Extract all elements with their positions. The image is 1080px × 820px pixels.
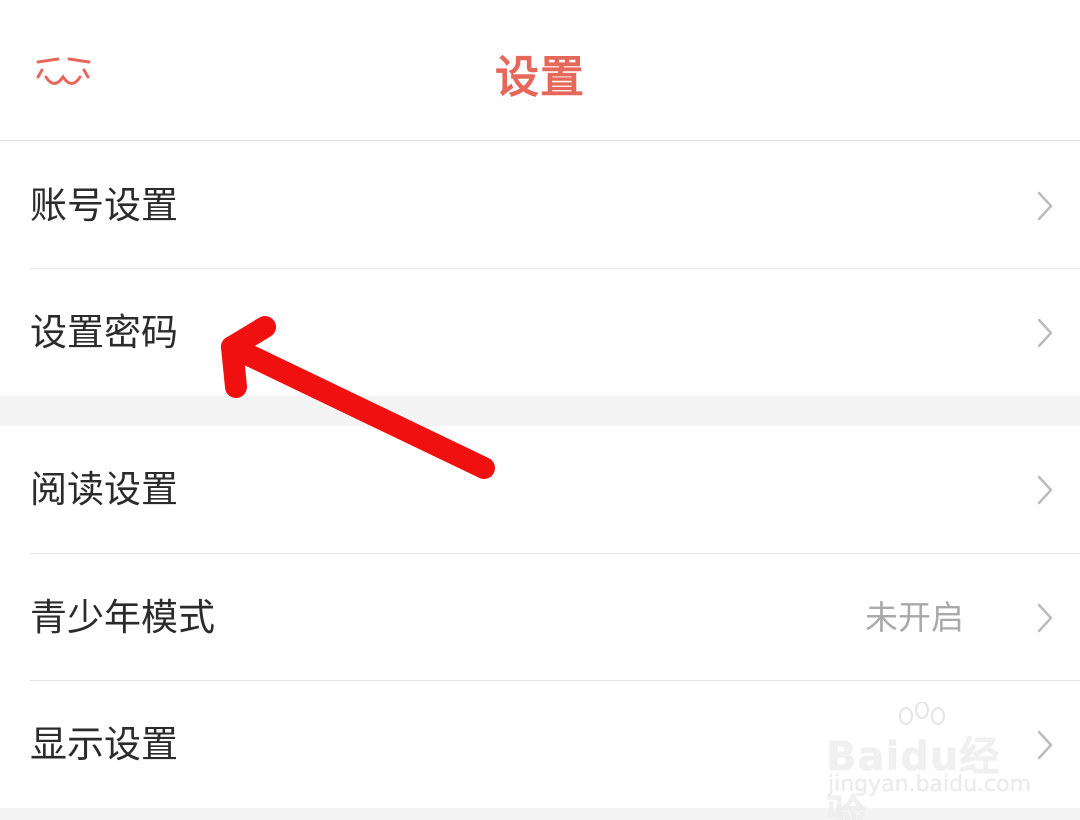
- settings-item-reading[interactable]: 阅读设置: [0, 426, 1080, 553]
- settings-item-display[interactable]: 显示设置: [0, 681, 1080, 808]
- chevron-right-icon: [1037, 730, 1053, 760]
- page-title: 设置: [495, 52, 585, 103]
- settings-item-label: 设置密码: [30, 311, 178, 354]
- section-gap: [0, 396, 1080, 426]
- cat-face-back-icon: [36, 57, 91, 85]
- section-gap: [0, 808, 1080, 820]
- settings-item-label: 显示设置: [30, 723, 178, 766]
- chevron-right-icon: [1037, 191, 1053, 221]
- settings-item-teen-mode[interactable]: 青少年模式 未开启: [0, 554, 1080, 681]
- settings-item-label: 青少年模式: [30, 596, 215, 639]
- chevron-right-icon: [1037, 318, 1053, 348]
- settings-item-label: 账号设置: [30, 184, 178, 227]
- settings-item-label: 阅读设置: [30, 468, 178, 511]
- header-bar: 设置: [0, 0, 1080, 141]
- chevron-right-icon: [1037, 475, 1053, 505]
- settings-item-set-password[interactable]: 设置密码: [0, 269, 1080, 396]
- teen-mode-status: 未开启: [865, 598, 964, 637]
- settings-page: 设置 账号设置 设置密码 阅读设置 青少年模式 未开启 显示设置 Baidu经验…: [0, 0, 1080, 820]
- settings-item-account[interactable]: 账号设置: [0, 142, 1080, 269]
- chevron-right-icon: [1037, 603, 1053, 633]
- back-button[interactable]: [22, 44, 112, 114]
